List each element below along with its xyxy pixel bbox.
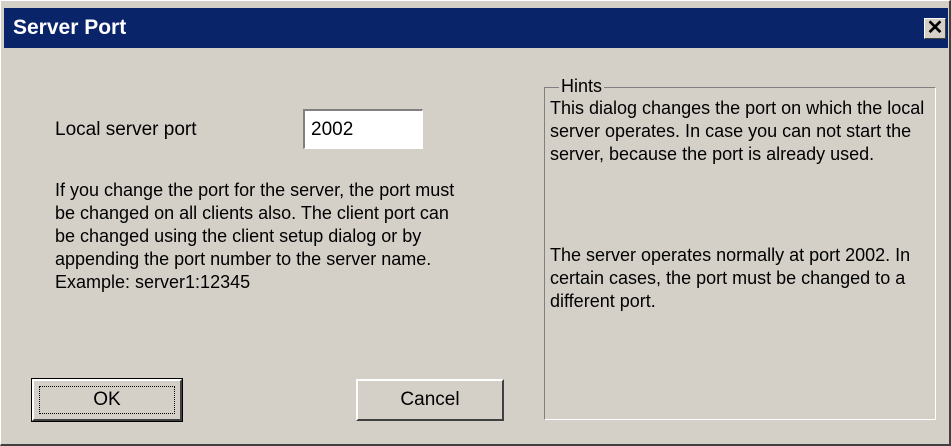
ok-button-label: OK xyxy=(39,386,175,414)
cancel-button[interactable]: Cancel xyxy=(356,379,504,421)
close-icon: ✕ xyxy=(926,17,944,39)
hints-paragraph-1: This dialog changes the port on which th… xyxy=(550,98,925,164)
title-bar[interactable]: Server Port ✕ xyxy=(4,8,948,48)
local-server-port-input[interactable] xyxy=(303,109,423,149)
hints-legend: Hints xyxy=(559,75,605,97)
server-port-dialog: Server Port ✕ Local server port If you c… xyxy=(0,0,951,446)
ok-button[interactable]: OK xyxy=(31,378,183,422)
port-change-info-text: If you change the port for the server, t… xyxy=(55,180,455,292)
hints-paragraph-2: The server operates normally at port 200… xyxy=(550,245,911,311)
window-title: Server Port xyxy=(13,16,127,39)
local-server-port-label: Local server port xyxy=(55,119,197,140)
close-button[interactable]: ✕ xyxy=(924,18,946,39)
